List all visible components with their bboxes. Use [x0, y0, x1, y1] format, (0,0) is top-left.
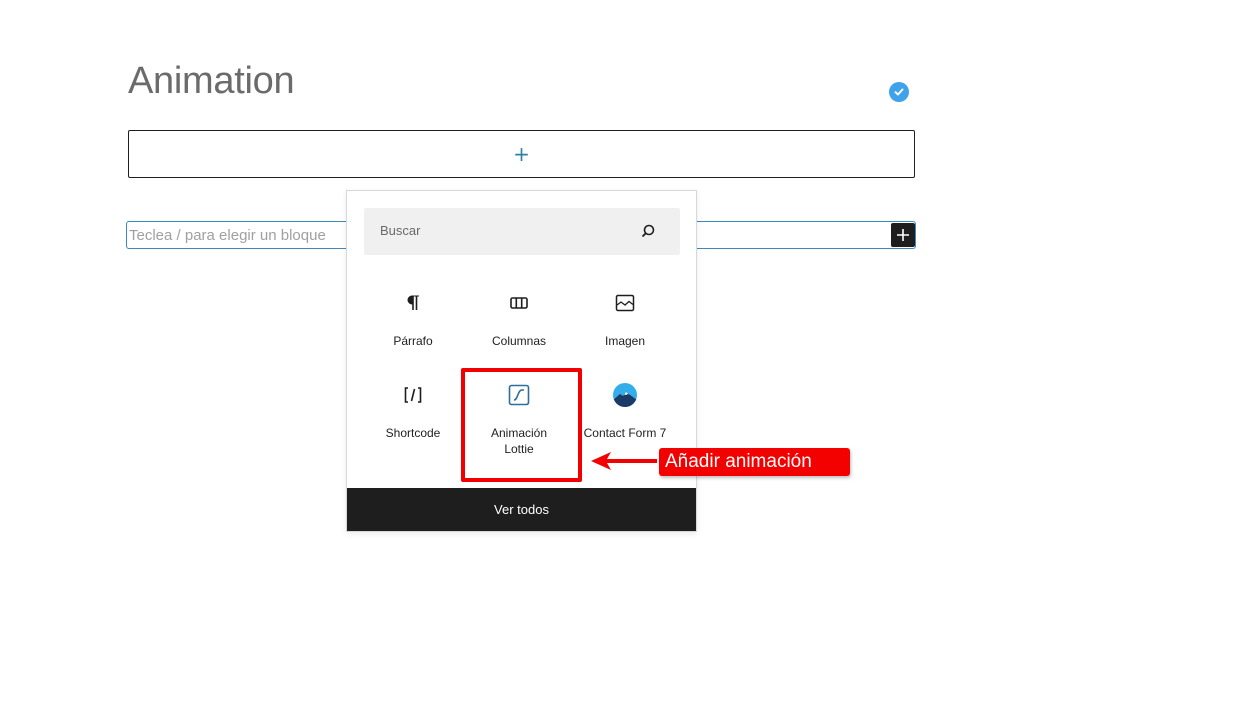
add-block-button[interactable] — [891, 223, 915, 247]
annotation-callout: Añadir animación — [659, 448, 850, 476]
image-icon — [573, 291, 677, 315]
search-icon — [640, 223, 656, 243]
paragraph-placeholder: Teclea / para elegir un bloque — [129, 226, 326, 244]
block-item-paragraph[interactable]: Párrafo — [361, 291, 465, 383]
shortcode-icon — [361, 383, 465, 407]
contact-form-icon — [573, 383, 677, 407]
block-label: Párrafo — [393, 334, 433, 348]
block-appender[interactable]: + — [128, 130, 915, 178]
annotation-highlight-box — [461, 368, 582, 482]
annotation-arrow-icon — [591, 452, 657, 470]
block-label: Contact Form 7 — [583, 426, 667, 440]
paragraph-icon — [361, 291, 465, 315]
check-circle-icon — [889, 82, 909, 102]
columns-icon — [467, 291, 571, 315]
view-all-button[interactable]: Ver todos — [347, 488, 696, 531]
search-input[interactable]: Buscar — [364, 208, 680, 255]
block-label: Shortcode — [385, 426, 441, 440]
search-placeholder: Buscar — [380, 223, 421, 238]
plus-icon: + — [513, 142, 530, 166]
block-item-image[interactable]: Imagen — [573, 291, 677, 383]
block-label: Imagen — [604, 334, 646, 348]
plus-icon — [897, 229, 909, 241]
post-title[interactable]: Animation — [128, 60, 295, 103]
block-item-shortcode[interactable]: Shortcode — [361, 383, 465, 475]
block-label: Columnas — [491, 334, 547, 348]
